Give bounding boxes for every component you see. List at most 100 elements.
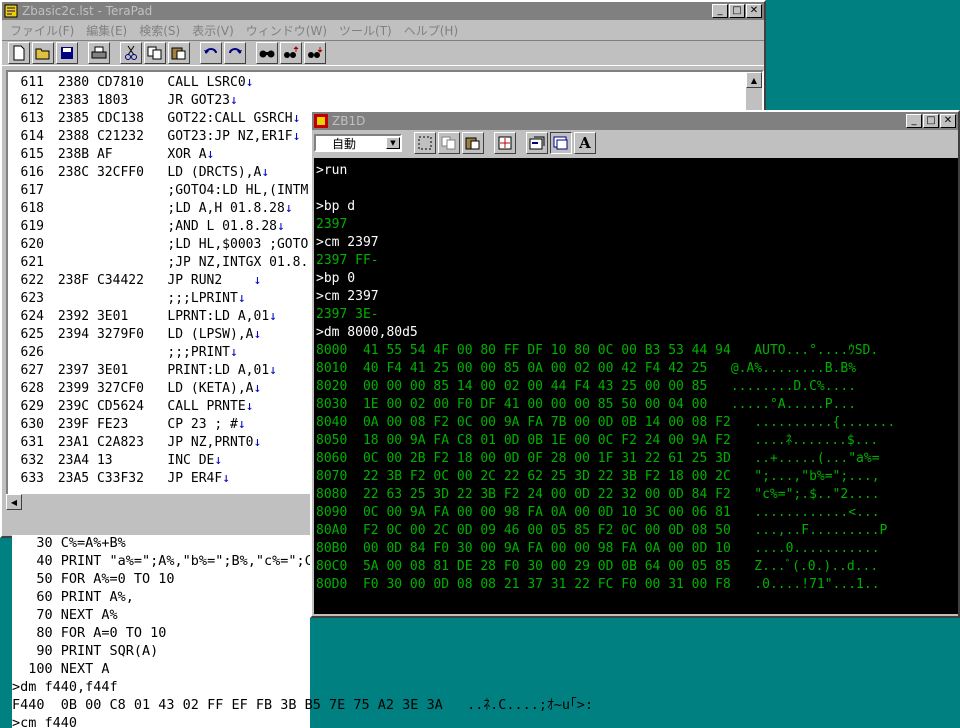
new-file-icon[interactable] — [8, 42, 30, 64]
basic-line: 90 PRINT SQR(A) — [12, 643, 159, 659]
fullscreen-icon[interactable] — [494, 132, 516, 154]
line-feed-mark-icon: ↓ — [253, 381, 262, 396]
terapad-app-icon[interactable] — [4, 4, 18, 18]
line-number: 611 — [20, 75, 44, 90]
basic-line: 80 FOR A=0 TO 10 — [12, 625, 167, 641]
line-text: ;AND L 01.8.28 — [50, 219, 277, 234]
undo-icon[interactable] — [200, 42, 222, 64]
font-icon[interactable]: A — [574, 132, 596, 154]
terminal-command-line: >cm 2397 — [316, 289, 379, 304]
menu-file[interactable]: ファイル(F) — [4, 22, 80, 39]
line-text: 2399 327CF0 LD (KETA),A — [50, 381, 254, 396]
line-feed-mark-icon: ↓ — [237, 417, 246, 432]
zb1d-maximize-button[interactable]: □ — [923, 114, 939, 128]
line-number: 613 — [20, 111, 44, 126]
terminal-command-line — [316, 180, 958, 198]
line-number: 628 — [20, 381, 44, 396]
terminal-output-line: 8040 0A 00 08 F2 0C 00 9A FA 7B 00 0D 0B… — [316, 415, 896, 430]
line-number: 614 — [20, 129, 44, 144]
terminal-command-line: >run — [316, 163, 348, 178]
zb1d-minimize-button[interactable]: _ — [906, 114, 922, 128]
find-prev-icon[interactable] — [304, 42, 326, 64]
terapad-toolbar — [2, 40, 764, 66]
editor-horizontal-scrollbar[interactable]: ◀ — [6, 494, 312, 510]
close-button[interactable]: ✕ — [746, 4, 762, 18]
zb1d-window: ZB1D _ □ ✕ 自動 ▼ A >run >bp d 2397 >cm 2397 2… — [310, 110, 960, 618]
mark-icon[interactable] — [414, 132, 436, 154]
zb1d-app-icon[interactable] — [314, 114, 328, 128]
background-icon[interactable] — [550, 132, 572, 154]
menu-tools[interactable]: ツール(T) — [333, 22, 398, 39]
line-text: 238B AF XOR A — [50, 147, 207, 162]
line-text: 238F C34422 JP RUN2 — [50, 273, 254, 288]
terminal-output-line: 80A0 F2 0C 00 2C 0D 09 46 00 05 85 F2 0C… — [316, 523, 888, 538]
terminal-output-line: 80D0 F0 30 00 0D 08 08 21 37 31 22 FC F0… — [316, 577, 880, 592]
line-text: 239C CD5624 CALL PRNTE — [50, 399, 246, 414]
terminal-command-line: >dm 8000,80d5 — [316, 325, 418, 340]
maximize-button[interactable]: □ — [729, 4, 745, 18]
scroll-left-arrow-icon[interactable]: ◀ — [6, 494, 22, 510]
line-text: 2388 C21232 GOT23:JP NZ,ER1F — [50, 129, 293, 144]
zb1d-close-button[interactable]: ✕ — [940, 114, 956, 128]
line-number: 617 — [20, 183, 44, 198]
editor-line[interactable]: 611 2380 CD7810 CALL LSRC0↓ — [8, 74, 762, 92]
line-feed-mark-icon: ↓ — [230, 93, 238, 108]
menu-search[interactable]: 検索(S) — [133, 22, 186, 39]
line-text: ;GOTO4:LD HL,(INTM — [50, 183, 309, 198]
line-feed-mark-icon: ↓ — [253, 273, 262, 288]
copy-icon[interactable] — [144, 42, 166, 64]
terminal-command-line: >bp d — [316, 199, 356, 214]
copy-icon[interactable] — [438, 132, 460, 154]
redo-icon[interactable] — [224, 42, 246, 64]
line-number: 625 — [20, 327, 44, 342]
line-number: 623 — [20, 291, 44, 306]
menu-window[interactable]: ウィンドウ(W) — [240, 22, 333, 39]
open-folder-icon[interactable] — [32, 42, 54, 64]
zb1d-titlebar[interactable]: ZB1D _ □ ✕ — [312, 112, 958, 130]
menu-view[interactable]: 表示(V) — [186, 22, 240, 39]
line-text: ;JP NZ,INTGX 01.8. — [50, 255, 309, 270]
line-feed-mark-icon: ↓ — [284, 201, 293, 216]
find-next-icon[interactable] — [280, 42, 302, 64]
line-feed-mark-icon: ↓ — [276, 219, 285, 234]
print-icon[interactable] — [88, 42, 110, 64]
line-feed-mark-icon: ↓ — [269, 309, 277, 324]
line-feed-mark-icon: ↓ — [222, 471, 231, 486]
editor-line[interactable]: 612 2383 1803 JR GOT23↓ — [8, 92, 762, 110]
editor-vertical-scrollbar[interactable]: ▲ — [746, 72, 762, 112]
font-size-select[interactable]: 自動 ▼ — [314, 134, 402, 152]
line-text: 23A4 13 INC DE — [50, 453, 215, 468]
minimize-button[interactable]: _ — [712, 4, 728, 18]
terminal-output-line: 8080 22 63 25 3D 22 3B F2 24 00 0D 22 32… — [316, 487, 880, 502]
line-text: 238C 32CFF0 LD (DRCTS),A — [50, 165, 262, 180]
find-icon[interactable] — [256, 42, 278, 64]
terminal-output-line: 8000 41 55 54 4F 00 80 FF DF 10 80 0C 00… — [316, 343, 879, 358]
paste-icon[interactable] — [462, 132, 484, 154]
line-number: 622 — [20, 273, 44, 288]
line-number: 612 — [20, 93, 44, 108]
paste-icon[interactable] — [168, 42, 190, 64]
line-number: 621 — [20, 255, 44, 270]
zb1d-terminal[interactable]: >run >bp d 2397 >cm 2397 2397 FF- >bp 0 >cm 23… — [314, 158, 958, 614]
terapad-titlebar[interactable]: Zbasic2c.lst - TeraPad _ □ ✕ — [2, 2, 764, 20]
chevron-down-icon[interactable]: ▼ — [386, 137, 400, 149]
terminal-output-line: 2397 FF- — [316, 253, 379, 268]
terapad-title: Zbasic2c.lst - TeraPad — [22, 4, 153, 18]
basic-line: >cm f440 — [12, 715, 78, 728]
menu-edit[interactable]: 編集(E) — [80, 22, 133, 39]
line-feed-mark-icon: ↓ — [253, 435, 262, 450]
properties-icon[interactable] — [526, 132, 548, 154]
cut-icon[interactable] — [120, 42, 142, 64]
scroll-up-arrow-icon[interactable]: ▲ — [746, 72, 762, 88]
zb1d-toolbar: 自動 ▼ A — [312, 130, 958, 156]
terminal-output-line: 8070 22 3B F2 0C 00 2C 22 62 25 3D 22 3B… — [316, 469, 880, 484]
line-feed-mark-icon: ↓ — [269, 363, 277, 378]
terminal-output-line: 2397 3E- — [316, 307, 379, 322]
line-text: ;;;LPRINT — [50, 291, 238, 306]
line-feed-mark-icon: ↓ — [237, 291, 246, 306]
menu-help[interactable]: ヘルプ(H) — [398, 22, 464, 39]
terminal-output-line: 80B0 00 0D 84 F0 30 00 9A FA 00 00 98 FA… — [316, 541, 880, 556]
line-number: 627 — [20, 363, 44, 378]
save-icon[interactable] — [56, 42, 78, 64]
line-text: 2397 3E01 PRINT:LD A,01 — [50, 363, 270, 378]
